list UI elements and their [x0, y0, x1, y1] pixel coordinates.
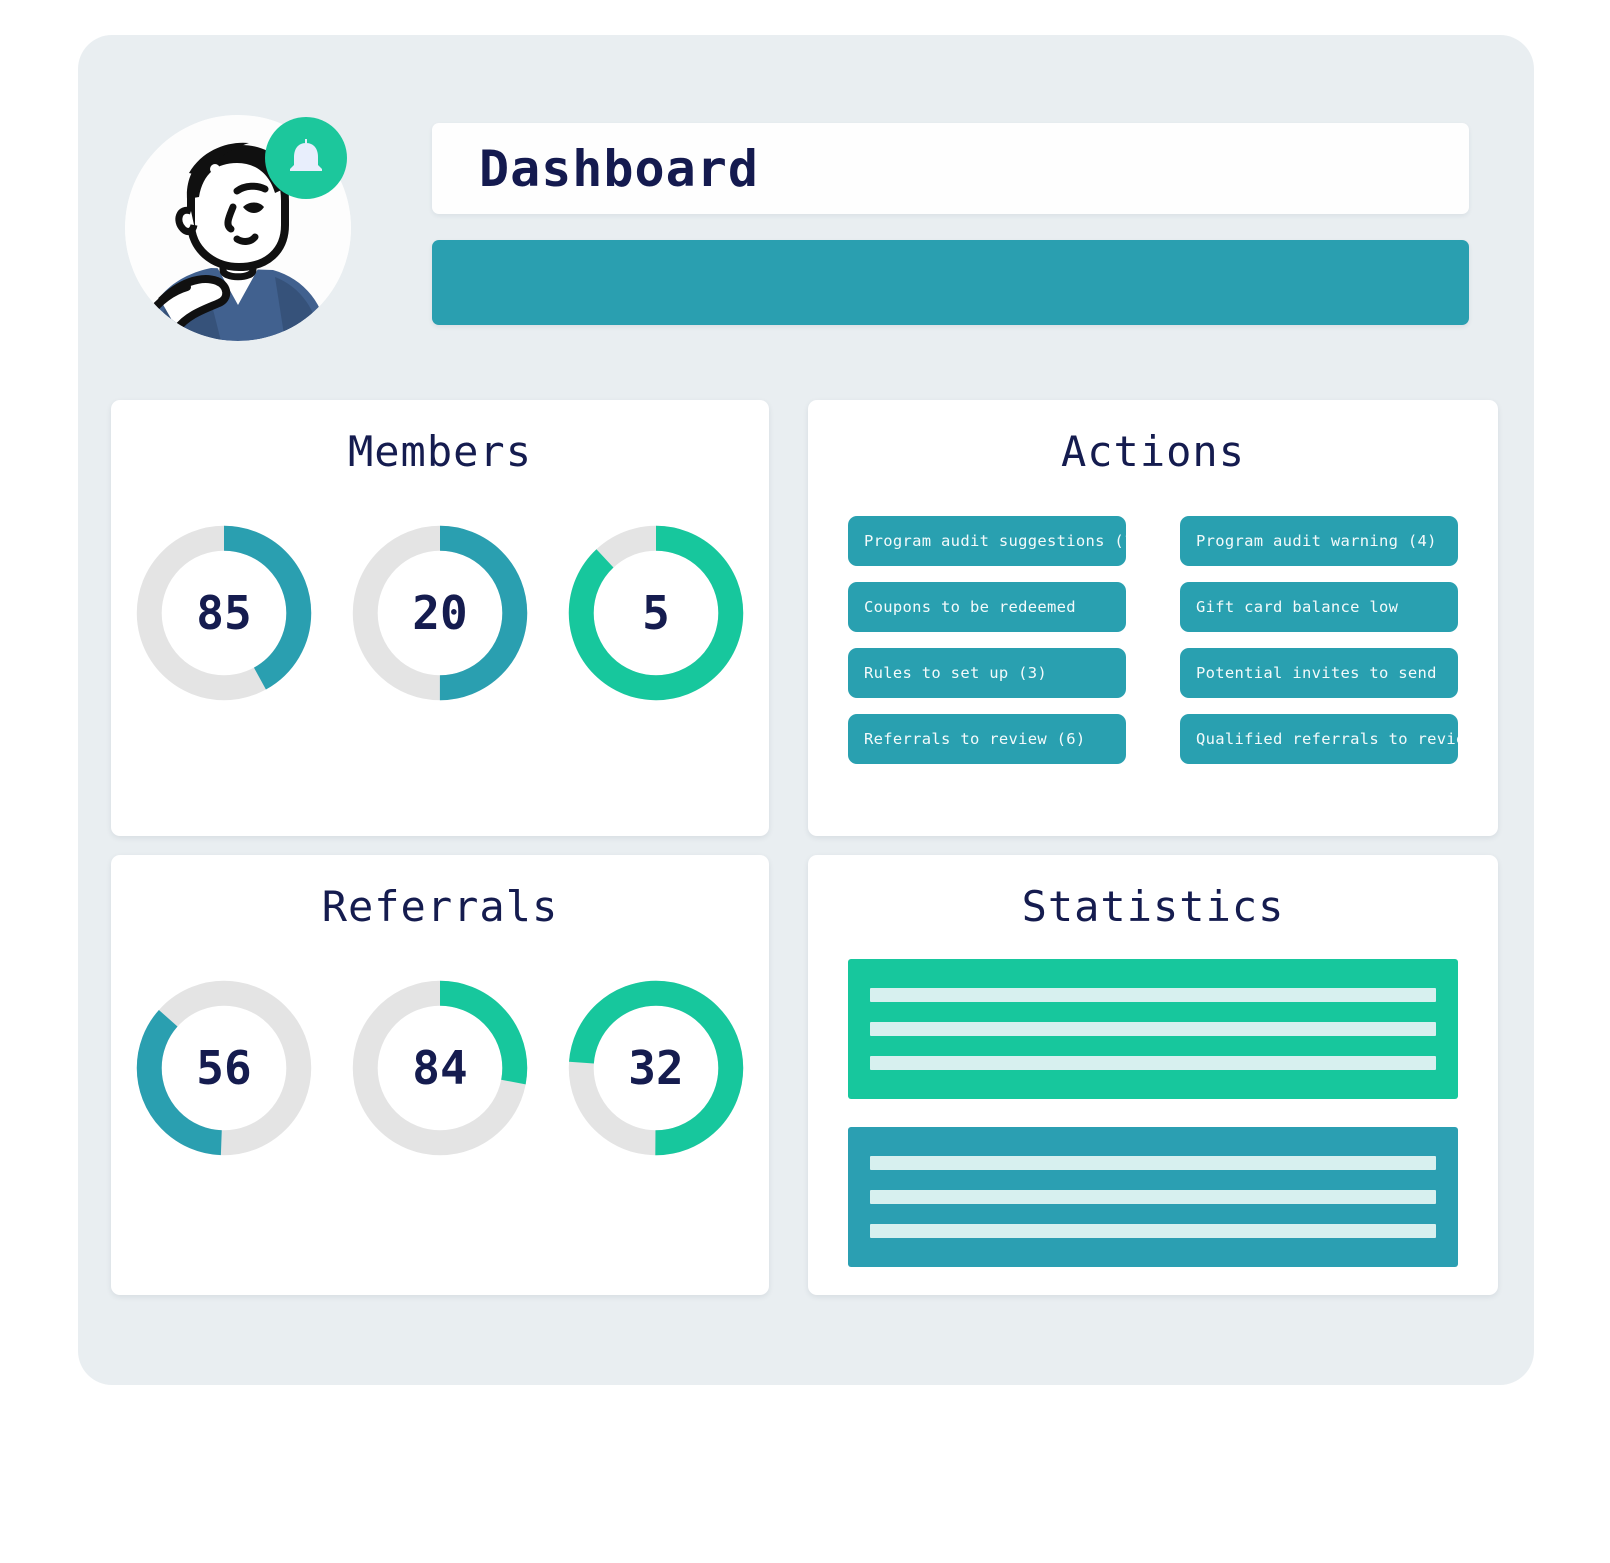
- header: Dashboard: [78, 35, 1534, 341]
- statistics-line: [870, 988, 1436, 1003]
- action-gift-card-balance-low[interactable]: Gift card balance low: [1180, 582, 1458, 633]
- statistics-blocks: [808, 931, 1498, 1268]
- actions-card: Actions Program audit suggestions (14) P…: [808, 400, 1498, 836]
- referrals-donut-3: 32: [567, 979, 745, 1157]
- actions-grid: Program audit suggestions (14) Program a…: [808, 476, 1498, 765]
- statistics-line: [870, 1190, 1436, 1205]
- avatar[interactable]: [125, 115, 351, 341]
- members-donut-3: 5: [567, 524, 745, 702]
- action-qualified-referrals-to-review[interactable]: Qualified referrals to review: [1180, 714, 1458, 765]
- referrals-donut-1-value: 56: [196, 1041, 252, 1096]
- statistics-card-title: Statistics: [1021, 882, 1285, 931]
- actions-card-title: Actions: [1060, 427, 1245, 476]
- members-donut-row: 85 20 5: [111, 524, 769, 702]
- referrals-donut-row: 56 84 32: [111, 979, 769, 1157]
- referrals-card: Referrals 56 84 32: [111, 855, 769, 1295]
- referrals-card-title: Referrals: [321, 882, 559, 931]
- members-donut-2-value: 20: [412, 586, 468, 641]
- statistics-block-teal[interactable]: [848, 1127, 1458, 1268]
- action-potential-invites-to-send[interactable]: Potential invites to send: [1180, 648, 1458, 699]
- action-rules-to-set-up[interactable]: Rules to set up (3): [848, 648, 1126, 699]
- accent-banner[interactable]: [432, 240, 1469, 325]
- statistics-line: [870, 1056, 1436, 1071]
- statistics-block-green[interactable]: [848, 959, 1458, 1100]
- members-donut-2: 20: [351, 524, 529, 702]
- statistics-line: [870, 1224, 1436, 1239]
- members-card-title: Members: [347, 427, 532, 476]
- action-coupons-to-be-redeemed[interactable]: Coupons to be redeemed: [848, 582, 1126, 633]
- page-title-bar: Dashboard: [432, 123, 1469, 214]
- members-donut-3-value: 5: [642, 586, 670, 641]
- notification-badge[interactable]: [265, 117, 347, 199]
- statistics-line: [870, 1156, 1436, 1171]
- dashboard-shell: Dashboard Members 85 20 5 Actions Progra…: [78, 35, 1534, 1385]
- members-card: Members 85 20 5: [111, 400, 769, 836]
- action-program-audit-suggestions[interactable]: Program audit suggestions (14): [848, 516, 1126, 567]
- referrals-donut-2: 84: [351, 979, 529, 1157]
- referrals-donut-3-value: 32: [628, 1041, 684, 1096]
- members-donut-1: 85: [135, 524, 313, 702]
- page-title: Dashboard: [479, 139, 759, 198]
- members-donut-1-value: 85: [196, 586, 252, 641]
- statistics-line: [870, 1022, 1436, 1037]
- bell-icon: [286, 137, 326, 179]
- action-program-audit-warning[interactable]: Program audit warning (4): [1180, 516, 1458, 567]
- action-referrals-to-review[interactable]: Referrals to review (6): [848, 714, 1126, 765]
- referrals-donut-1: 56: [135, 979, 313, 1157]
- statistics-card: Statistics: [808, 855, 1498, 1295]
- referrals-donut-2-value: 84: [412, 1041, 468, 1096]
